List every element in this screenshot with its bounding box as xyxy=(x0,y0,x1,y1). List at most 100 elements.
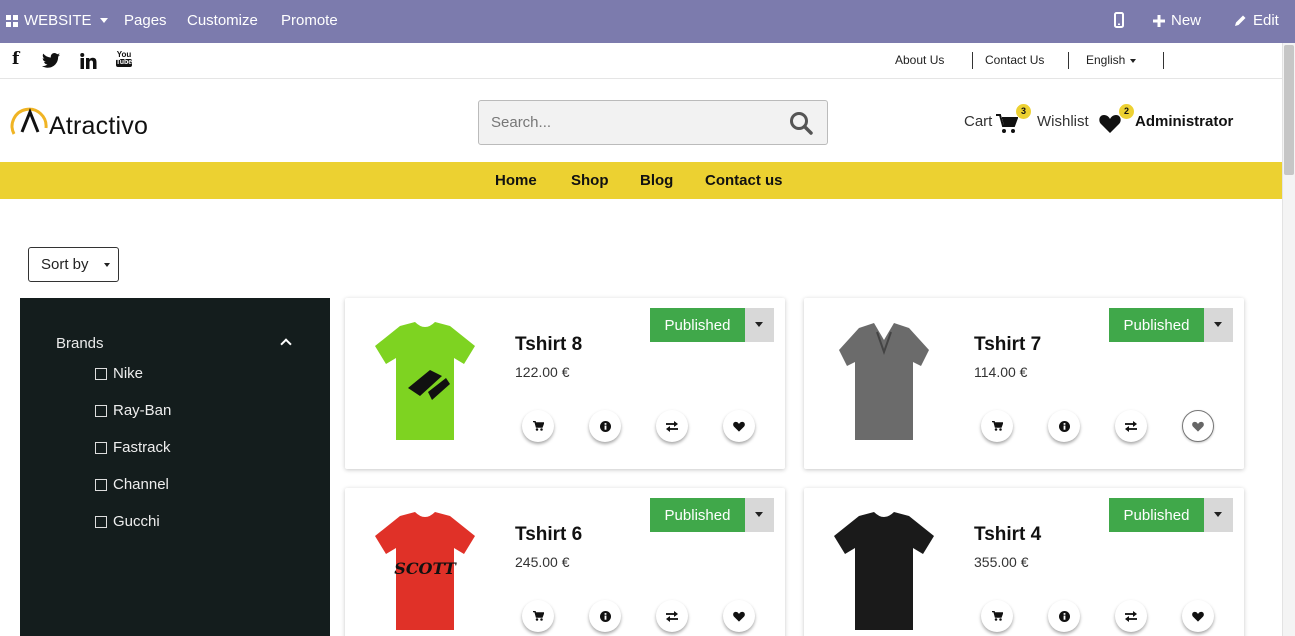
product-card[interactable]: SCOTT Tshirt 6 245.00 € Published xyxy=(345,488,785,636)
publish-dropdown-toggle[interactable] xyxy=(745,498,774,532)
heart-icon xyxy=(1192,611,1204,622)
publish-dropdown-toggle[interactable] xyxy=(1204,498,1233,532)
search-icon[interactable] xyxy=(789,111,813,135)
sort-by-label: Sort by xyxy=(41,256,89,273)
add-to-wishlist-button[interactable] xyxy=(1182,410,1214,442)
checkbox[interactable] xyxy=(95,367,107,380)
brand-label: Fastrack xyxy=(113,439,171,456)
quick-view-button[interactable] xyxy=(589,410,621,442)
add-to-cart-button[interactable] xyxy=(522,410,554,442)
product-price: 122.00 € xyxy=(515,364,570,380)
compare-button[interactable] xyxy=(1115,600,1147,632)
heart-icon xyxy=(733,421,745,432)
page-scrollbar-thumb[interactable] xyxy=(1284,45,1294,175)
user-menu[interactable]: Administrator xyxy=(1135,113,1233,130)
main-navigation: Home Shop Blog Contact us xyxy=(0,162,1282,199)
compare-button[interactable] xyxy=(656,410,688,442)
linkedin-icon[interactable] xyxy=(80,53,97,69)
brand-filter-ray-ban[interactable]: Ray-Ban xyxy=(95,402,171,419)
atractivo-logo-icon xyxy=(10,107,48,135)
product-name[interactable]: Tshirt 4 xyxy=(974,524,1041,546)
exchange-icon xyxy=(666,420,678,432)
brands-filter-title[interactable]: Brands xyxy=(56,335,104,352)
cart-link-label[interactable]: Cart xyxy=(964,113,992,130)
chevron-up-icon[interactable] xyxy=(280,338,292,350)
edit-button[interactable]: Edit xyxy=(1234,12,1279,29)
publish-toggle: Published xyxy=(650,308,774,342)
cart-icon[interactable] xyxy=(996,114,1018,134)
nav-contact-us[interactable]: Contact us xyxy=(705,172,783,189)
add-to-wishlist-button[interactable] xyxy=(1182,600,1214,632)
compare-button[interactable] xyxy=(1115,410,1147,442)
product-name[interactable]: Tshirt 7 xyxy=(974,334,1041,356)
nav-home[interactable]: Home xyxy=(495,172,537,189)
mobile-preview-button[interactable] xyxy=(1114,12,1124,28)
pages-menu[interactable]: Pages xyxy=(124,12,167,29)
facebook-icon[interactable]: f xyxy=(12,49,19,69)
promote-menu[interactable]: Promote xyxy=(281,12,338,29)
wishlist-link-label[interactable]: Wishlist xyxy=(1037,113,1089,130)
published-button[interactable]: Published xyxy=(1109,498,1204,532)
brand-filter-fastrack[interactable]: Fastrack xyxy=(95,439,171,456)
nav-blog[interactable]: Blog xyxy=(640,172,673,189)
twitter-icon[interactable] xyxy=(42,53,60,68)
checkbox[interactable] xyxy=(95,515,107,528)
quick-view-button[interactable] xyxy=(1048,410,1080,442)
add-to-cart-button[interactable] xyxy=(981,600,1013,632)
youtube-icon-text: You xyxy=(116,50,132,59)
sort-by-dropdown[interactable]: Sort by xyxy=(28,247,119,282)
add-to-wishlist-button[interactable] xyxy=(723,600,755,632)
quick-view-button[interactable] xyxy=(1048,600,1080,632)
product-price: 245.00 € xyxy=(515,554,570,570)
language-selector[interactable]: English xyxy=(1086,53,1137,67)
compare-button[interactable] xyxy=(656,600,688,632)
wishlist-count-badge: 2 xyxy=(1119,104,1134,119)
about-us-link[interactable]: About Us xyxy=(895,53,944,67)
brand-filter-gucchi[interactable]: Gucchi xyxy=(95,513,160,530)
product-card[interactable]: Tshirt 4 355.00 € Published xyxy=(804,488,1244,636)
cart-icon xyxy=(532,421,544,431)
add-to-cart-button[interactable] xyxy=(522,600,554,632)
language-label: English xyxy=(1086,53,1126,67)
product-name[interactable]: Tshirt 8 xyxy=(515,334,582,356)
product-name[interactable]: Tshirt 6 xyxy=(515,524,582,546)
publish-dropdown-toggle[interactable] xyxy=(745,308,774,342)
product-card[interactable]: Tshirt 7 114.00 € Published xyxy=(804,298,1244,469)
brand-filter-nike[interactable]: Nike xyxy=(95,365,143,382)
apps-grid-icon xyxy=(6,14,18,27)
youtube-icon-text-2: Tube xyxy=(116,59,133,67)
nav-shop[interactable]: Shop xyxy=(571,172,609,189)
product-card[interactable]: Tshirt 8 122.00 € Published xyxy=(345,298,785,469)
add-to-cart-button[interactable] xyxy=(981,410,1013,442)
checkbox[interactable] xyxy=(95,404,107,417)
divider xyxy=(972,52,973,69)
top-info-bar: f You Tube About Us Contact Us English xyxy=(0,43,1282,79)
product-image[interactable] xyxy=(829,508,939,636)
quick-view-button[interactable] xyxy=(589,600,621,632)
divider xyxy=(1068,52,1069,69)
checkbox[interactable] xyxy=(95,478,107,491)
published-button[interactable]: Published xyxy=(650,308,745,342)
exchange-icon xyxy=(666,610,678,622)
info-icon xyxy=(1058,420,1070,432)
exchange-icon xyxy=(1125,420,1137,432)
info-icon xyxy=(599,610,611,622)
website-menu[interactable]: WEBSITE xyxy=(6,12,108,29)
new-button[interactable]: New xyxy=(1153,12,1201,29)
contact-us-link[interactable]: Contact Us xyxy=(985,53,1044,67)
brand-label: Channel xyxy=(113,476,169,493)
product-image[interactable] xyxy=(829,318,939,448)
youtube-icon[interactable]: You Tube xyxy=(116,51,132,67)
checkbox[interactable] xyxy=(95,441,107,454)
product-image[interactable]: SCOTT xyxy=(370,508,480,636)
customize-menu[interactable]: Customize xyxy=(187,12,258,29)
add-to-wishlist-button[interactable] xyxy=(723,410,755,442)
search-input[interactable] xyxy=(479,101,779,144)
publish-dropdown-toggle[interactable] xyxy=(1204,308,1233,342)
site-logo[interactable]: Atractivo xyxy=(49,112,148,141)
brand-filter-channel[interactable]: Channel xyxy=(95,476,169,493)
published-button[interactable]: Published xyxy=(650,498,745,532)
published-button[interactable]: Published xyxy=(1109,308,1204,342)
product-image[interactable] xyxy=(370,318,480,448)
heart-icon[interactable] xyxy=(1099,114,1121,133)
